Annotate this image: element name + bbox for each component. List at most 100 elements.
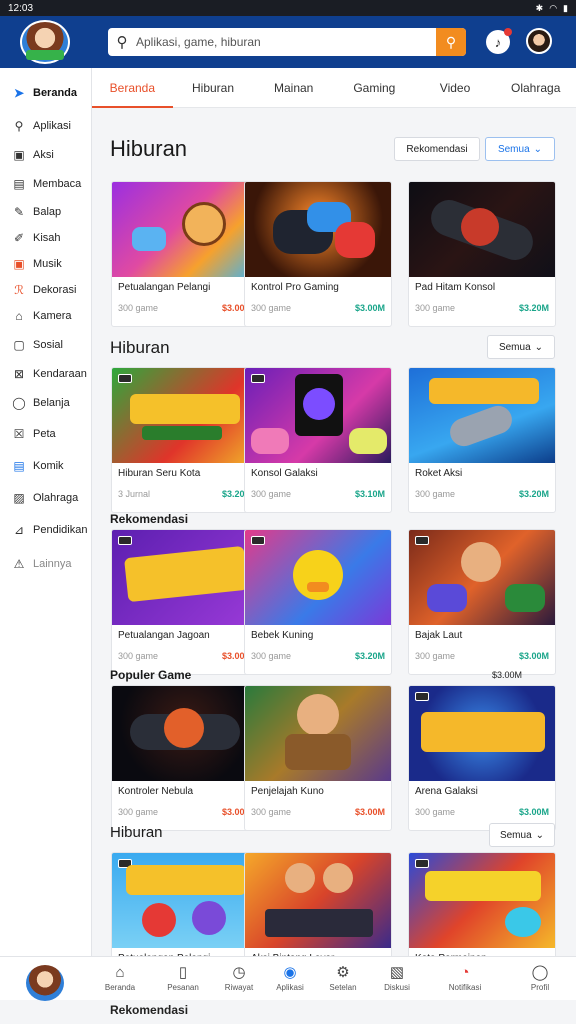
profile-icon: ◯ bbox=[531, 964, 549, 981]
sidebar-item-balap[interactable]: ✎ Balap bbox=[0, 199, 91, 225]
game-card[interactable]: Kontrol Pro Gaming 300 game $3.00M bbox=[244, 181, 392, 327]
chevron-down-icon: ⌄ bbox=[533, 143, 543, 155]
sidebar-item-aksi[interactable]: ▣ Aksi bbox=[0, 142, 91, 168]
game-name: Hiburan Seru Kota bbox=[118, 468, 201, 479]
game-card[interactable]: Bajak Laut 300 game $3.00M bbox=[408, 529, 556, 675]
app-logo[interactable] bbox=[20, 20, 70, 64]
game-card[interactable]: Arena Galaksi 300 game $3.00M bbox=[408, 685, 556, 831]
sort-dropdown[interactable]: Semua ⌄ bbox=[489, 823, 555, 847]
bottom-navigation: ⌂ Beranda ▯ Pesanan ◷ Riwayat ◉ Aplikasi ⚙ Se… bbox=[0, 956, 576, 1001]
section-right-label: $3.00M bbox=[492, 670, 523, 680]
sidebar-item-musik[interactable]: ▣ Musik bbox=[0, 251, 91, 277]
main-content: Hiburan Rekomendasi Semua ⌄ Petualangan P… bbox=[92, 108, 576, 956]
nav-aplikasi[interactable]: ◉ Aplikasi bbox=[267, 963, 313, 992]
sidebar-item-membaca[interactable]: ▤ Membaca bbox=[0, 171, 91, 197]
nav-beranda[interactable]: ⌂ Beranda bbox=[97, 963, 143, 992]
app-logo[interactable] bbox=[26, 965, 64, 1001]
search-button[interactable]: ⚲ bbox=[436, 28, 466, 56]
category-tabs: Beranda Hiburan Mainan Gaming Video Olah… bbox=[92, 68, 576, 108]
edit-icon: ✐ bbox=[13, 231, 25, 245]
section-title: Hiburan bbox=[110, 338, 170, 357]
tab-hiburan[interactable]: Hiburan bbox=[173, 68, 254, 108]
sidebar-item-komik[interactable]: ▤ Komik bbox=[0, 453, 91, 479]
chat-icon: ▢ bbox=[13, 338, 25, 352]
game-count: 300 game bbox=[118, 807, 159, 817]
game-name: Aksi Bintang Layar bbox=[245, 948, 391, 956]
nav-pesanan[interactable]: ▯ Pesanan bbox=[160, 963, 206, 992]
nav-diskusi[interactable]: ▧ Diskusi bbox=[374, 963, 420, 992]
more-icon: ⚠ bbox=[13, 557, 25, 571]
bluetooth-icon: ✱ bbox=[535, 2, 544, 13]
game-thumbnail bbox=[112, 530, 258, 625]
search-input[interactable] bbox=[136, 35, 436, 49]
sidebar-item-kamera[interactable]: ⌂ Kamera bbox=[0, 303, 91, 329]
chevron-down-icon: ⌄ bbox=[534, 341, 544, 353]
sidebar-item-lainnya[interactable]: ⚠ Lainnya bbox=[0, 551, 91, 577]
tab-beranda[interactable]: Beranda bbox=[92, 68, 173, 108]
nav-setelan[interactable]: ⚙ Setelan bbox=[320, 963, 366, 992]
nav-riwayat[interactable]: ◷ Riwayat bbox=[216, 963, 262, 992]
game-thumbnail bbox=[245, 182, 391, 277]
sidebar-item-peta[interactable]: ☒ Peta bbox=[0, 421, 91, 447]
section-title: Populer Game bbox=[110, 668, 192, 682]
car-icon: ⊠ bbox=[13, 367, 25, 381]
tab-gaming[interactable]: Gaming bbox=[334, 68, 415, 108]
sidebar-item-pendidikan[interactable]: ⊿ Pendidikan bbox=[0, 517, 91, 543]
recommend-filter-button[interactable]: Rekomendasi bbox=[394, 137, 480, 161]
notification-bell-icon[interactable]: ♪ bbox=[486, 28, 512, 54]
sidebar-item-sosial[interactable]: ▢ Sosial bbox=[0, 332, 91, 358]
brush-icon: ℛ bbox=[14, 283, 24, 297]
game-count: 300 game bbox=[415, 303, 456, 313]
game-name: Petualangan Pelangi bbox=[118, 282, 211, 293]
game-count: 300 game bbox=[251, 807, 292, 817]
game-name: Petualangan Pelangi bbox=[112, 948, 258, 956]
section-title: Rekomendasi bbox=[110, 512, 189, 526]
alarm-icon: ◔ bbox=[460, 964, 470, 981]
sidebar-item-dekorasi[interactable]: ℛ Dekorasi bbox=[0, 277, 91, 303]
sidebar-item-olahraga[interactable]: ▨ Olahraga bbox=[0, 485, 91, 511]
nav-profil[interactable]: ◯ Profil bbox=[517, 963, 563, 992]
game-card[interactable]: Petualangan Pelangi 300 game $3.00M bbox=[111, 181, 259, 327]
nav-notifikasi[interactable]: ◔ Notifikasi bbox=[442, 963, 488, 992]
game-card[interactable]: Aksi Bintang Layar bbox=[244, 852, 392, 956]
game-price: $3.20M bbox=[518, 303, 549, 313]
game-name: Bajak Laut bbox=[415, 630, 463, 641]
avatar[interactable] bbox=[526, 28, 552, 54]
search-bar: ⚲ ⚲ bbox=[108, 28, 466, 56]
tab-video[interactable]: Video bbox=[415, 68, 496, 108]
game-card[interactable]: Petualangan Pelangi bbox=[111, 852, 259, 956]
map-icon: ☒ bbox=[13, 427, 25, 441]
sidebar-item-kisah[interactable]: ✐ Kisah bbox=[0, 225, 91, 251]
sidebar-item-aplikasi[interactable]: ⚲ Aplikasi bbox=[0, 113, 91, 139]
sidebar-item-beranda[interactable]: ➤ Beranda bbox=[0, 80, 91, 106]
game-card[interactable]: Bebek Kuning 300 game $3.20M bbox=[244, 529, 392, 675]
game-name: Konsol Galaksi bbox=[251, 468, 318, 479]
game-count: 300 game bbox=[118, 303, 159, 313]
game-price: $3.00M bbox=[354, 303, 385, 313]
sort-dropdown[interactable]: Semua ⌄ bbox=[487, 335, 555, 359]
game-card[interactable]: Roket Aksi 300 game $3.20M bbox=[408, 367, 556, 513]
game-card[interactable]: Kontroler Nebula 300 game $3.00M bbox=[111, 685, 259, 831]
game-card[interactable]: Hiburan Seru Kota 3 Jurnal $3.20M bbox=[111, 367, 259, 513]
game-name: Kota Permainan bbox=[409, 948, 555, 956]
game-name: Kontroler Nebula bbox=[118, 786, 194, 797]
game-thumbnail bbox=[112, 182, 258, 277]
sidebar-item-kendaraan[interactable]: ⊠ Kendaraan bbox=[0, 361, 91, 387]
footer-section-title: Rekomendasi bbox=[110, 1003, 189, 1017]
sort-dropdown[interactable]: Semua ⌄ bbox=[485, 137, 555, 161]
game-card[interactable]: Konsol Galaksi 300 game $3.10M bbox=[244, 367, 392, 513]
game-count: 300 game bbox=[251, 303, 292, 313]
top-bar: ⚲ ⚲ ♪ bbox=[0, 16, 576, 68]
tab-mainan[interactable]: Mainan bbox=[253, 68, 334, 108]
game-card[interactable]: Petualangan Jagoan 300 game $3.00M bbox=[111, 529, 259, 675]
tab-olahraga[interactable]: Olahraga bbox=[495, 68, 576, 108]
game-card[interactable]: Kota Permainan bbox=[408, 852, 556, 956]
game-card[interactable]: Pad Hitam Konsol 300 game $3.20M bbox=[408, 181, 556, 327]
home-icon: ⌂ bbox=[115, 964, 125, 981]
game-name: Bebek Kuning bbox=[251, 630, 314, 641]
game-count: 3 Jurnal bbox=[118, 489, 151, 499]
pen-icon: ✎ bbox=[13, 205, 25, 219]
sidebar-item-belanja[interactable]: ◯ Belanja bbox=[0, 390, 91, 416]
game-card[interactable]: Penjelajah Kuno 300 game $3.00M bbox=[244, 685, 392, 831]
game-thumbnail bbox=[409, 530, 555, 625]
